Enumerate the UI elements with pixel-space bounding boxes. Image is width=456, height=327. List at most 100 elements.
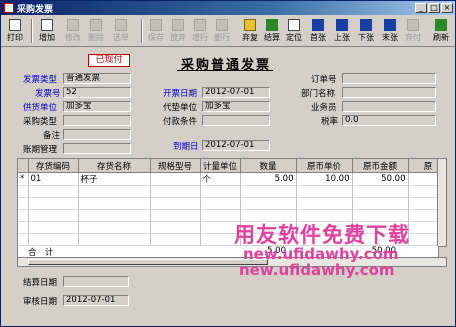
- invoice-no-label: 发票号: [35, 89, 61, 99]
- refresh-icon: [435, 19, 447, 31]
- column-header[interactable]: 数量: [240, 159, 297, 173]
- table-header: 存货编码 存货名称 规格型号 计量单位 数量 原币单价 原币金额 原: [18, 159, 438, 173]
- payment-icon: [407, 19, 419, 31]
- select-order-button[interactable]: 选单: [111, 17, 131, 45]
- payment-terms-field[interactable]: [202, 115, 270, 126]
- add-row-button[interactable]: 增行: [190, 17, 210, 45]
- title-bar: 采购发票 _ □ ×: [1, 1, 455, 15]
- delete-row-icon: [216, 19, 228, 31]
- save-button[interactable]: 保存: [146, 17, 166, 45]
- invoice-type-label: 发票类型: [23, 75, 58, 85]
- previous-record-button[interactable]: 上张: [332, 17, 352, 45]
- review-icon: [244, 19, 256, 31]
- column-header[interactable]: 原币金额: [352, 159, 409, 173]
- undo-icon: [172, 19, 184, 31]
- refresh-button[interactable]: 刷新: [429, 17, 453, 45]
- cell-amount[interactable]: 50.00: [352, 172, 409, 186]
- next-icon: [360, 19, 372, 31]
- delete-row-button[interactable]: 删行: [212, 17, 232, 45]
- paid-stamp: 已现付: [88, 54, 130, 67]
- title-underline: [177, 70, 273, 71]
- cell-qty[interactable]: 5.00: [240, 172, 297, 186]
- scroll-thumb[interactable]: [28, 259, 268, 265]
- maximize-button[interactable]: □: [428, 3, 440, 13]
- invoice-no-field[interactable]: 52: [63, 87, 131, 98]
- discard-button[interactable]: 放弃: [168, 17, 188, 45]
- cell-code[interactable]: 01: [28, 172, 79, 186]
- supplier-label: 供货单位: [23, 103, 58, 113]
- watermark-url: new.ufidawhy.com: [239, 261, 395, 279]
- purchase-type-label: 采购类型: [23, 117, 58, 127]
- column-header[interactable]: 原: [408, 159, 438, 173]
- edit-button[interactable]: 修改: [63, 17, 83, 45]
- cell-spec[interactable]: [150, 172, 201, 186]
- tax-rate-field[interactable]: 0.0: [342, 115, 436, 126]
- invoice-date-label: 开票日期: [163, 89, 198, 99]
- cell-name[interactable]: 杯子: [78, 172, 151, 186]
- salesman-label: 业务员: [311, 103, 337, 113]
- remark-field[interactable]: [63, 129, 131, 140]
- agent-unit-label: 代垫单位: [163, 103, 198, 113]
- locate-button[interactable]: 定位: [284, 17, 304, 45]
- order-no-label: 订单号: [311, 75, 337, 85]
- tax-rate-label: 税率: [321, 117, 339, 127]
- supplier-field[interactable]: 加多宝: [63, 101, 131, 112]
- print-button[interactable]: 打印: [3, 17, 27, 45]
- due-date-field[interactable]: 2012-07-01: [202, 140, 270, 151]
- cell-unit[interactable]: 个: [200, 172, 241, 186]
- purchase-invoice-window: 采购发票 _ □ × 打印 增加 修改 删除 选单 保存 放弃 增行 删行 弃复…: [0, 0, 456, 327]
- column-header[interactable]: 规格型号: [150, 159, 201, 173]
- table-row[interactable]: * 01 杯子 个 5.00 10.00 50.00: [18, 172, 438, 186]
- invoice-date-field[interactable]: 2012-07-01: [202, 87, 270, 98]
- column-header[interactable]: 原币单价: [296, 159, 353, 173]
- due-date-label: 到期日: [173, 142, 199, 152]
- new-document-icon: [41, 19, 53, 31]
- account-mgmt-label: 账期管理: [23, 145, 58, 155]
- column-header[interactable]: 存货编码: [28, 159, 79, 173]
- select-icon: [115, 19, 127, 31]
- payment-terms-label: 付款条件: [163, 117, 198, 127]
- settle-date-field[interactable]: [63, 276, 129, 287]
- agent-unit-field[interactable]: 加多宝: [202, 101, 270, 112]
- add-row-icon: [194, 19, 206, 31]
- delete-icon: [90, 19, 102, 31]
- cell-extra[interactable]: [408, 172, 438, 186]
- add-button[interactable]: 增加: [35, 17, 59, 45]
- last-icon: [384, 19, 396, 31]
- printer-icon: [9, 19, 21, 31]
- order-no-field[interactable]: [342, 73, 436, 84]
- minimize-button[interactable]: _: [415, 3, 427, 13]
- locate-icon: [288, 19, 300, 31]
- table-row[interactable]: [18, 185, 438, 198]
- previous-icon: [336, 19, 348, 31]
- save-icon: [150, 19, 162, 31]
- settle-button[interactable]: 结算: [262, 17, 282, 45]
- first-record-button[interactable]: 首张: [308, 17, 328, 45]
- app-icon: [4, 3, 14, 13]
- column-header[interactable]: 存货名称: [78, 159, 151, 173]
- first-icon: [312, 19, 324, 31]
- dept-label: 部门名称: [301, 89, 336, 99]
- table-row[interactable]: [18, 197, 438, 210]
- column-header[interactable]: 计量单位: [200, 159, 241, 173]
- abandon-payment-button[interactable]: 弃付: [403, 17, 423, 45]
- delete-button[interactable]: 删除: [86, 17, 106, 45]
- toolbar-separator: [31, 19, 33, 43]
- toolbar-separator: [141, 19, 143, 43]
- invoice-type-field[interactable]: 普通发票: [63, 73, 131, 84]
- dept-field[interactable]: [342, 87, 436, 98]
- close-button[interactable]: ×: [441, 3, 453, 13]
- edit-icon: [67, 19, 79, 31]
- cell-price[interactable]: 10.00: [296, 172, 353, 186]
- window-title: 采购发票: [17, 5, 54, 15]
- purchase-type-field[interactable]: [63, 115, 131, 126]
- vertical-scrollbar[interactable]: [437, 158, 447, 247]
- salesman-field[interactable]: [342, 101, 436, 112]
- account-mgmt-field[interactable]: [63, 143, 131, 154]
- last-record-button[interactable]: 末张: [380, 17, 400, 45]
- next-record-button[interactable]: 下张: [356, 17, 376, 45]
- row-marker: *: [18, 172, 29, 186]
- settle-date-label: 结算日期: [23, 278, 58, 288]
- abandon-review-button[interactable]: 弃复: [240, 17, 260, 45]
- audit-date-field[interactable]: 2012-07-01: [63, 295, 129, 306]
